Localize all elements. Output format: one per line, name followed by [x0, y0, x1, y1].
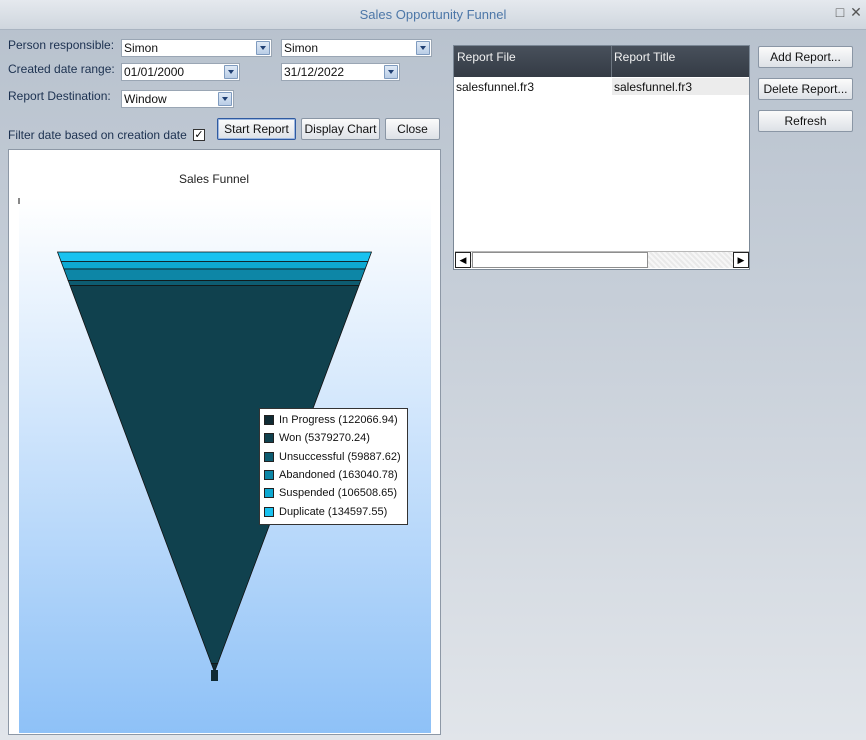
legend-swatch — [264, 452, 274, 462]
date-from-picker[interactable]: 01/01/2000 — [121, 63, 240, 81]
report-grid[interactable]: Report File Report Title salesfunnel.fr3… — [453, 45, 750, 270]
report-destination-label: Report Destination: — [8, 89, 111, 103]
horizontal-scrollbar[interactable]: ◀ ▶ — [455, 251, 749, 268]
scrollbar-thumb[interactable] — [472, 252, 648, 268]
legend-label: Unsuccessful (59887.62) — [279, 451, 401, 463]
column-header-report-file[interactable]: Report File — [457, 50, 516, 64]
chart-panel: Sales Funnel In Progress (122066.94) Won… — [8, 149, 441, 735]
person-from-select[interactable]: Simon — [121, 39, 272, 57]
legend-swatch — [264, 470, 274, 480]
table-row[interactable]: salesfunnel.fr3 salesfunnel.fr3 — [454, 78, 749, 95]
legend-label: Abandoned (163040.78) — [279, 469, 398, 481]
filter-date-label: Filter date based on creation date — [8, 128, 187, 142]
report-destination-value: Window — [124, 92, 167, 106]
cell-report-title[interactable]: salesfunnel.fr3 — [614, 80, 692, 94]
title-bar: Sales Opportunity Funnel □ ✕ — [0, 0, 866, 30]
legend-swatch — [264, 507, 274, 517]
person-responsible-label: Person responsible: — [8, 38, 115, 52]
chart-legend: In Progress (122066.94) Won (5379270.24)… — [259, 408, 408, 525]
checkmark-icon: ✓ — [194, 129, 204, 141]
column-header-report-title[interactable]: Report Title — [614, 50, 675, 64]
cell-report-file[interactable]: salesfunnel.fr3 — [456, 80, 534, 94]
column-divider[interactable] — [611, 46, 612, 77]
chevron-down-icon[interactable] — [256, 41, 270, 55]
created-date-range-label: Created date range: — [8, 62, 115, 76]
refresh-button[interactable]: Refresh — [758, 110, 853, 132]
grid-header: Report File Report Title — [454, 46, 749, 77]
legend-label: In Progress (122066.94) — [279, 414, 398, 426]
funnel-segment-duplicate — [56, 251, 373, 262]
minimize-icon[interactable]: □ — [833, 4, 847, 20]
scroll-left-arrow-icon[interactable]: ◀ — [455, 252, 471, 268]
close-icon[interactable]: ✕ — [849, 4, 863, 20]
legend-item-suspended: Suspended (106508.65) — [264, 485, 397, 501]
chevron-down-icon[interactable] — [218, 92, 232, 106]
display-chart-button[interactable]: Display Chart — [301, 118, 380, 140]
legend-label: Suspended (106508.65) — [279, 487, 398, 499]
person-to-select[interactable]: Simon — [281, 39, 432, 57]
funnel-segment-suspended — [60, 261, 369, 270]
funnel-segment-unsuccessful — [67, 280, 362, 287]
legend-label: Duplicate (134597.55) — [279, 506, 388, 518]
person-from-value: Simon — [124, 41, 159, 55]
start-report-button[interactable]: Start Report — [217, 118, 296, 140]
report-destination-select[interactable]: Window — [121, 90, 234, 108]
legend-swatch — [264, 415, 274, 425]
date-from-value: 01/01/2000 — [124, 65, 185, 79]
legend-swatch — [264, 433, 274, 443]
date-to-picker[interactable]: 31/12/2022 — [281, 63, 400, 81]
close-button[interactable]: Close — [385, 118, 440, 140]
legend-label: Won (5379270.24) — [279, 432, 370, 444]
person-to-value: Simon — [284, 41, 319, 55]
chart-title: Sales Funnel — [179, 172, 249, 186]
legend-item-abandoned: Abandoned (163040.78) — [264, 467, 398, 483]
legend-item-in-progress: In Progress (122066.94) — [264, 412, 398, 428]
filter-date-checkbox[interactable]: ✓ — [193, 129, 205, 141]
legend-item-unsuccessful: Unsuccessful (59887.62) — [264, 449, 401, 465]
delete-report-button[interactable]: Delete Report... — [758, 78, 853, 100]
funnel-tip — [211, 670, 218, 681]
chevron-down-icon[interactable] — [416, 41, 430, 55]
date-to-value: 31/12/2022 — [284, 65, 345, 79]
funnel-segment-abandoned — [63, 268, 366, 281]
legend-swatch — [264, 488, 274, 498]
chevron-down-icon[interactable] — [224, 65, 238, 79]
legend-item-won: Won (5379270.24) — [264, 430, 370, 446]
add-report-button[interactable]: Add Report... — [758, 46, 853, 68]
window-title: Sales Opportunity Funnel — [359, 7, 507, 22]
chevron-down-icon[interactable] — [384, 65, 398, 79]
legend-item-duplicate: Duplicate (134597.55) — [264, 504, 387, 520]
scroll-right-arrow-icon[interactable]: ▶ — [733, 252, 749, 268]
